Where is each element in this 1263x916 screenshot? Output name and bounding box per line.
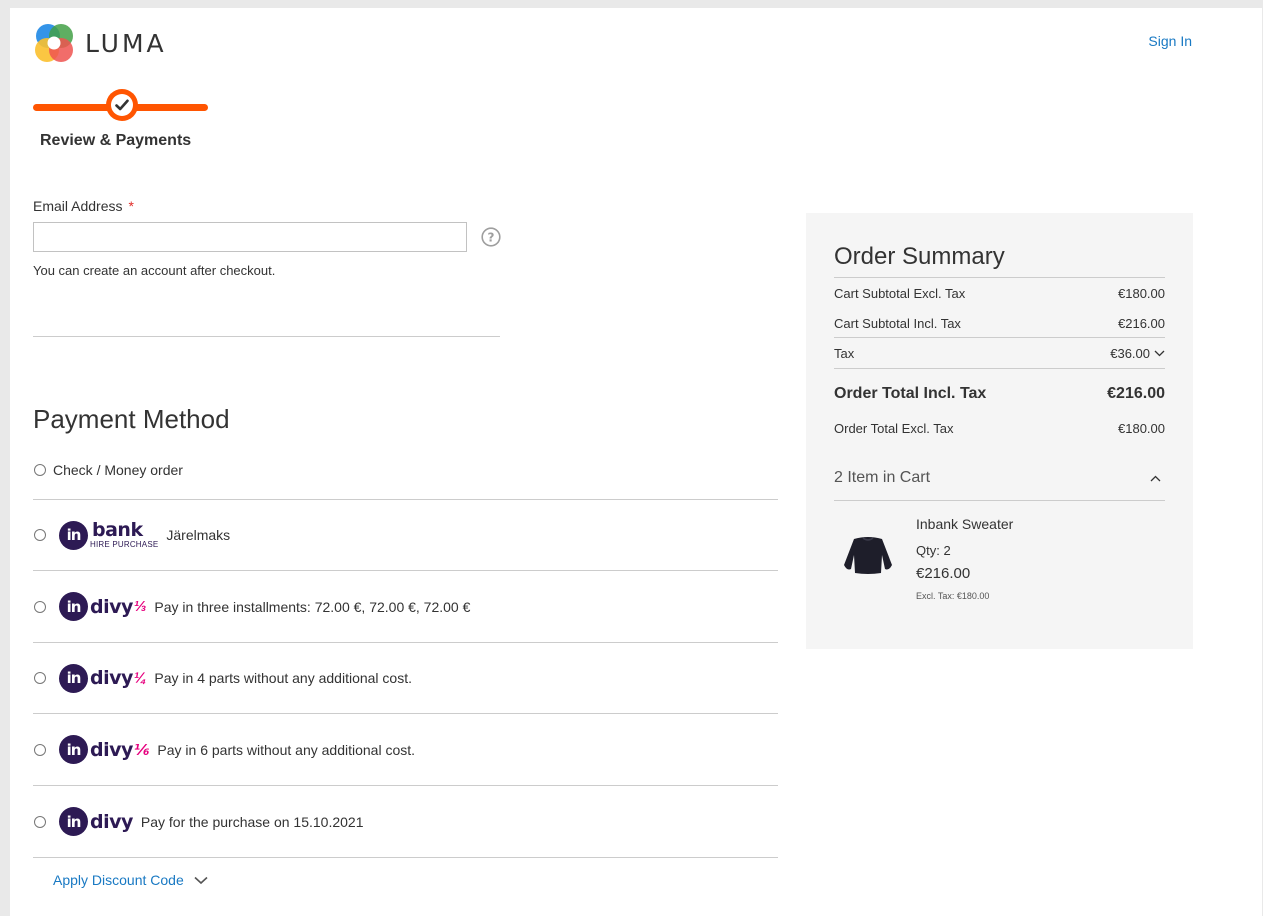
payment-option-divy-later[interactable]: in divy Pay for the purchase on 15.10.20… — [33, 786, 778, 858]
cart-items-toggle[interactable]: 2 Item in Cart — [834, 469, 1165, 487]
product-thumbnail[interactable] — [840, 535, 896, 580]
cart-item-excl-tax: Excl. Tax: €180.00 — [916, 591, 990, 601]
payment-option-label: Pay for the purchase on 15.10.2021 — [140, 813, 364, 830]
summary-row-order-total-incl: Order Total Incl. Tax €216.00 — [834, 385, 1165, 403]
email-label: Email Address * — [33, 198, 134, 214]
email-label-text: Email Address — [33, 198, 123, 214]
payment-option-label: Järelmaks — [166, 527, 231, 543]
divy-logo: in divy ⅙ — [59, 735, 149, 764]
cart-item-qty: Qty: 2 — [916, 543, 951, 558]
inbank-brand-sub: HIRE PURCHASE — [90, 540, 159, 549]
email-field[interactable] — [33, 222, 467, 252]
order-summary: Order Summary Cart Subtotal Excl. Tax €1… — [806, 213, 1193, 649]
divy-in-mark: in — [59, 807, 88, 836]
inbank-brand-word: bank — [92, 519, 143, 541]
payment-radio[interactable] — [34, 600, 46, 613]
order-summary-title: Order Summary — [834, 243, 1005, 270]
summary-row-value: €180.00 — [1118, 421, 1165, 436]
payment-option-divy-4[interactable]: in divy ¼ Pay in 4 parts without any add… — [33, 643, 778, 714]
summary-row-value: €36.00 — [1110, 346, 1150, 361]
divy-in-mark: in — [59, 663, 88, 693]
payment-option-inbank[interactable]: in bank HIRE PURCHASE Järelmaks — [33, 500, 778, 571]
cart-item-name: Inbank Sweater — [916, 516, 1014, 532]
divy-logo: in divy ¼ — [59, 663, 147, 693]
divy-in-mark: in — [59, 735, 88, 764]
required-mark: * — [128, 198, 134, 214]
cart-item-price: €216.00 — [916, 565, 971, 582]
payment-option-divy-6[interactable]: in divy ⅙ Pay in 6 parts without any add… — [33, 714, 778, 786]
summary-row-label: Cart Subtotal Excl. Tax — [834, 286, 966, 301]
luma-logo-icon — [34, 23, 74, 63]
divider — [834, 277, 1165, 278]
inbank-logo: in bank HIRE PURCHASE — [59, 519, 159, 550]
divy-fraction: ¼ — [133, 669, 147, 687]
progress-step-label: Review & Payments — [40, 132, 192, 149]
checkmark-icon — [115, 99, 129, 111]
cart-items-label: 2 Item in Cart — [834, 469, 931, 486]
summary-row-label: Order Total Excl. Tax — [834, 421, 954, 436]
chevron-down-icon — [194, 876, 208, 884]
inbank-in-mark: in — [59, 520, 88, 550]
summary-row-subtotal-incl: Cart Subtotal Incl. Tax €216.00 — [834, 316, 1165, 331]
email-note: You can create an account after checkout… — [33, 263, 276, 278]
summary-row-value: €180.00 — [1118, 286, 1165, 301]
luma-logo[interactable]: LUMA — [34, 23, 167, 63]
divider — [834, 337, 1165, 338]
payment-radio[interactable] — [34, 464, 46, 476]
payment-option-label: Check / Money order — [53, 462, 183, 478]
payment-option-divy-3[interactable]: in divy ⅓ Pay in three installments: 72.… — [33, 571, 778, 643]
summary-row-tax[interactable]: Tax €36.00 — [834, 346, 1165, 361]
payment-radio[interactable] — [34, 529, 46, 541]
divy-logo: in divy — [59, 807, 133, 836]
payment-method-title: Payment Method — [33, 404, 230, 434]
summary-row-order-total-excl: Order Total Excl. Tax €180.00 — [834, 421, 1165, 436]
divy-brand-word: divy — [90, 810, 133, 833]
chevron-up-icon — [1150, 475, 1161, 481]
apply-discount-toggle[interactable]: Apply Discount Code — [53, 872, 208, 888]
divy-brand-word: divy — [90, 738, 133, 761]
logo-text: LUMA — [85, 28, 167, 58]
divy-fraction: ⅙ — [133, 741, 150, 759]
payment-method-list: Check / Money order in bank HIRE PURCHAS… — [33, 455, 778, 858]
summary-row-label: Order Total Incl. Tax — [834, 385, 987, 402]
svg-text:?: ? — [488, 230, 495, 244]
summary-row-subtotal-excl: Cart Subtotal Excl. Tax €180.00 — [834, 286, 1165, 301]
payment-option-checkmo[interactable]: Check / Money order — [33, 455, 778, 500]
divider — [33, 336, 500, 337]
divider — [834, 368, 1165, 369]
payment-option-label: Pay in 4 parts without any additional co… — [154, 670, 412, 686]
payment-radio[interactable] — [34, 743, 46, 756]
summary-row-label: Tax — [834, 346, 855, 361]
sign-in-link[interactable]: Sign In — [1148, 33, 1192, 49]
divy-brand-word: divy — [90, 667, 133, 689]
apply-discount-label: Apply Discount Code — [53, 872, 184, 888]
divy-brand-word: divy — [90, 595, 133, 618]
payment-option-label: Pay in 6 parts without any additional co… — [157, 741, 416, 758]
summary-row-label: Cart Subtotal Incl. Tax — [834, 316, 961, 331]
help-icon[interactable]: ? — [481, 227, 501, 252]
summary-row-value: €216.00 — [1107, 385, 1165, 402]
divider — [834, 500, 1165, 501]
payment-radio[interactable] — [34, 672, 46, 684]
payment-option-label: Pay in three installments: 72.00 €, 72.0… — [154, 598, 471, 615]
checkout-page: LUMA Sign In Review & Payments Email Add… — [10, 8, 1262, 916]
divy-logo: in divy ⅓ — [59, 592, 146, 621]
chevron-down-icon[interactable] — [1154, 350, 1165, 357]
summary-row-value: €216.00 — [1118, 316, 1165, 331]
progress-step-marker — [106, 89, 138, 121]
divy-fraction: ⅓ — [133, 598, 147, 615]
payment-radio[interactable] — [34, 815, 46, 828]
divy-in-mark: in — [59, 592, 88, 621]
